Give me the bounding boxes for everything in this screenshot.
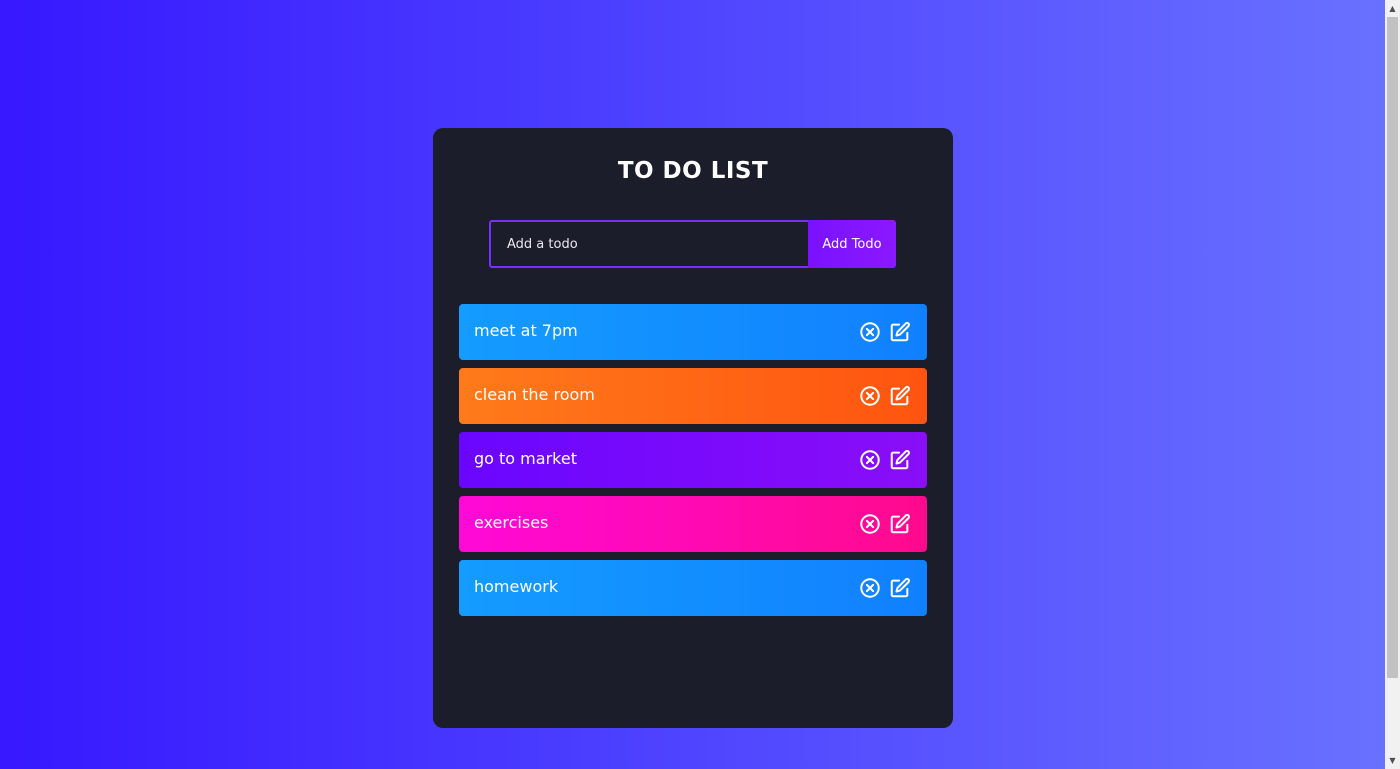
edit-icon[interactable] [889, 513, 911, 535]
todo-text: exercises [474, 512, 549, 532]
todo-form: Add Todo [489, 220, 896, 268]
todo-text: homework [474, 576, 559, 596]
todo-item[interactable]: clean the room [459, 368, 927, 424]
scroll-down-arrow-icon[interactable]: ▼ [1385, 752, 1400, 769]
add-todo-button[interactable]: Add Todo [808, 220, 896, 268]
todo-actions [859, 321, 911, 343]
todo-item[interactable]: exercises [459, 496, 927, 552]
todo-actions [859, 385, 911, 407]
close-circle-icon[interactable] [859, 449, 881, 471]
edit-icon[interactable] [889, 321, 911, 343]
close-circle-icon[interactable] [859, 321, 881, 343]
page-title: TO DO LIST [617, 158, 769, 184]
scroll-up-arrow-icon[interactable]: ▲ [1385, 0, 1400, 17]
close-circle-icon[interactable] [859, 577, 881, 599]
todo-actions [859, 449, 911, 471]
todo-text: clean the room [474, 384, 595, 404]
edit-icon[interactable] [889, 449, 911, 471]
todo-list: meet at 7pm clean the room go to market exe… [459, 304, 927, 624]
todo-actions [859, 577, 911, 599]
todo-text: go to market [474, 448, 577, 468]
todo-text: meet at 7pm [474, 320, 578, 340]
todo-input[interactable] [489, 220, 808, 268]
todo-app-panel: TO DO LIST Add Todo meet at 7pm clean the… [433, 128, 953, 728]
edit-icon[interactable] [889, 385, 911, 407]
todo-item[interactable]: go to market [459, 432, 927, 488]
todo-actions [859, 513, 911, 535]
scrollbar-thumb[interactable] [1387, 17, 1398, 678]
close-circle-icon[interactable] [859, 513, 881, 535]
vertical-scrollbar[interactable]: ▲ ▼ [1385, 0, 1400, 769]
todo-item[interactable]: meet at 7pm [459, 304, 927, 360]
close-circle-icon[interactable] [859, 385, 881, 407]
edit-icon[interactable] [889, 577, 911, 599]
todo-item[interactable]: homework [459, 560, 927, 616]
